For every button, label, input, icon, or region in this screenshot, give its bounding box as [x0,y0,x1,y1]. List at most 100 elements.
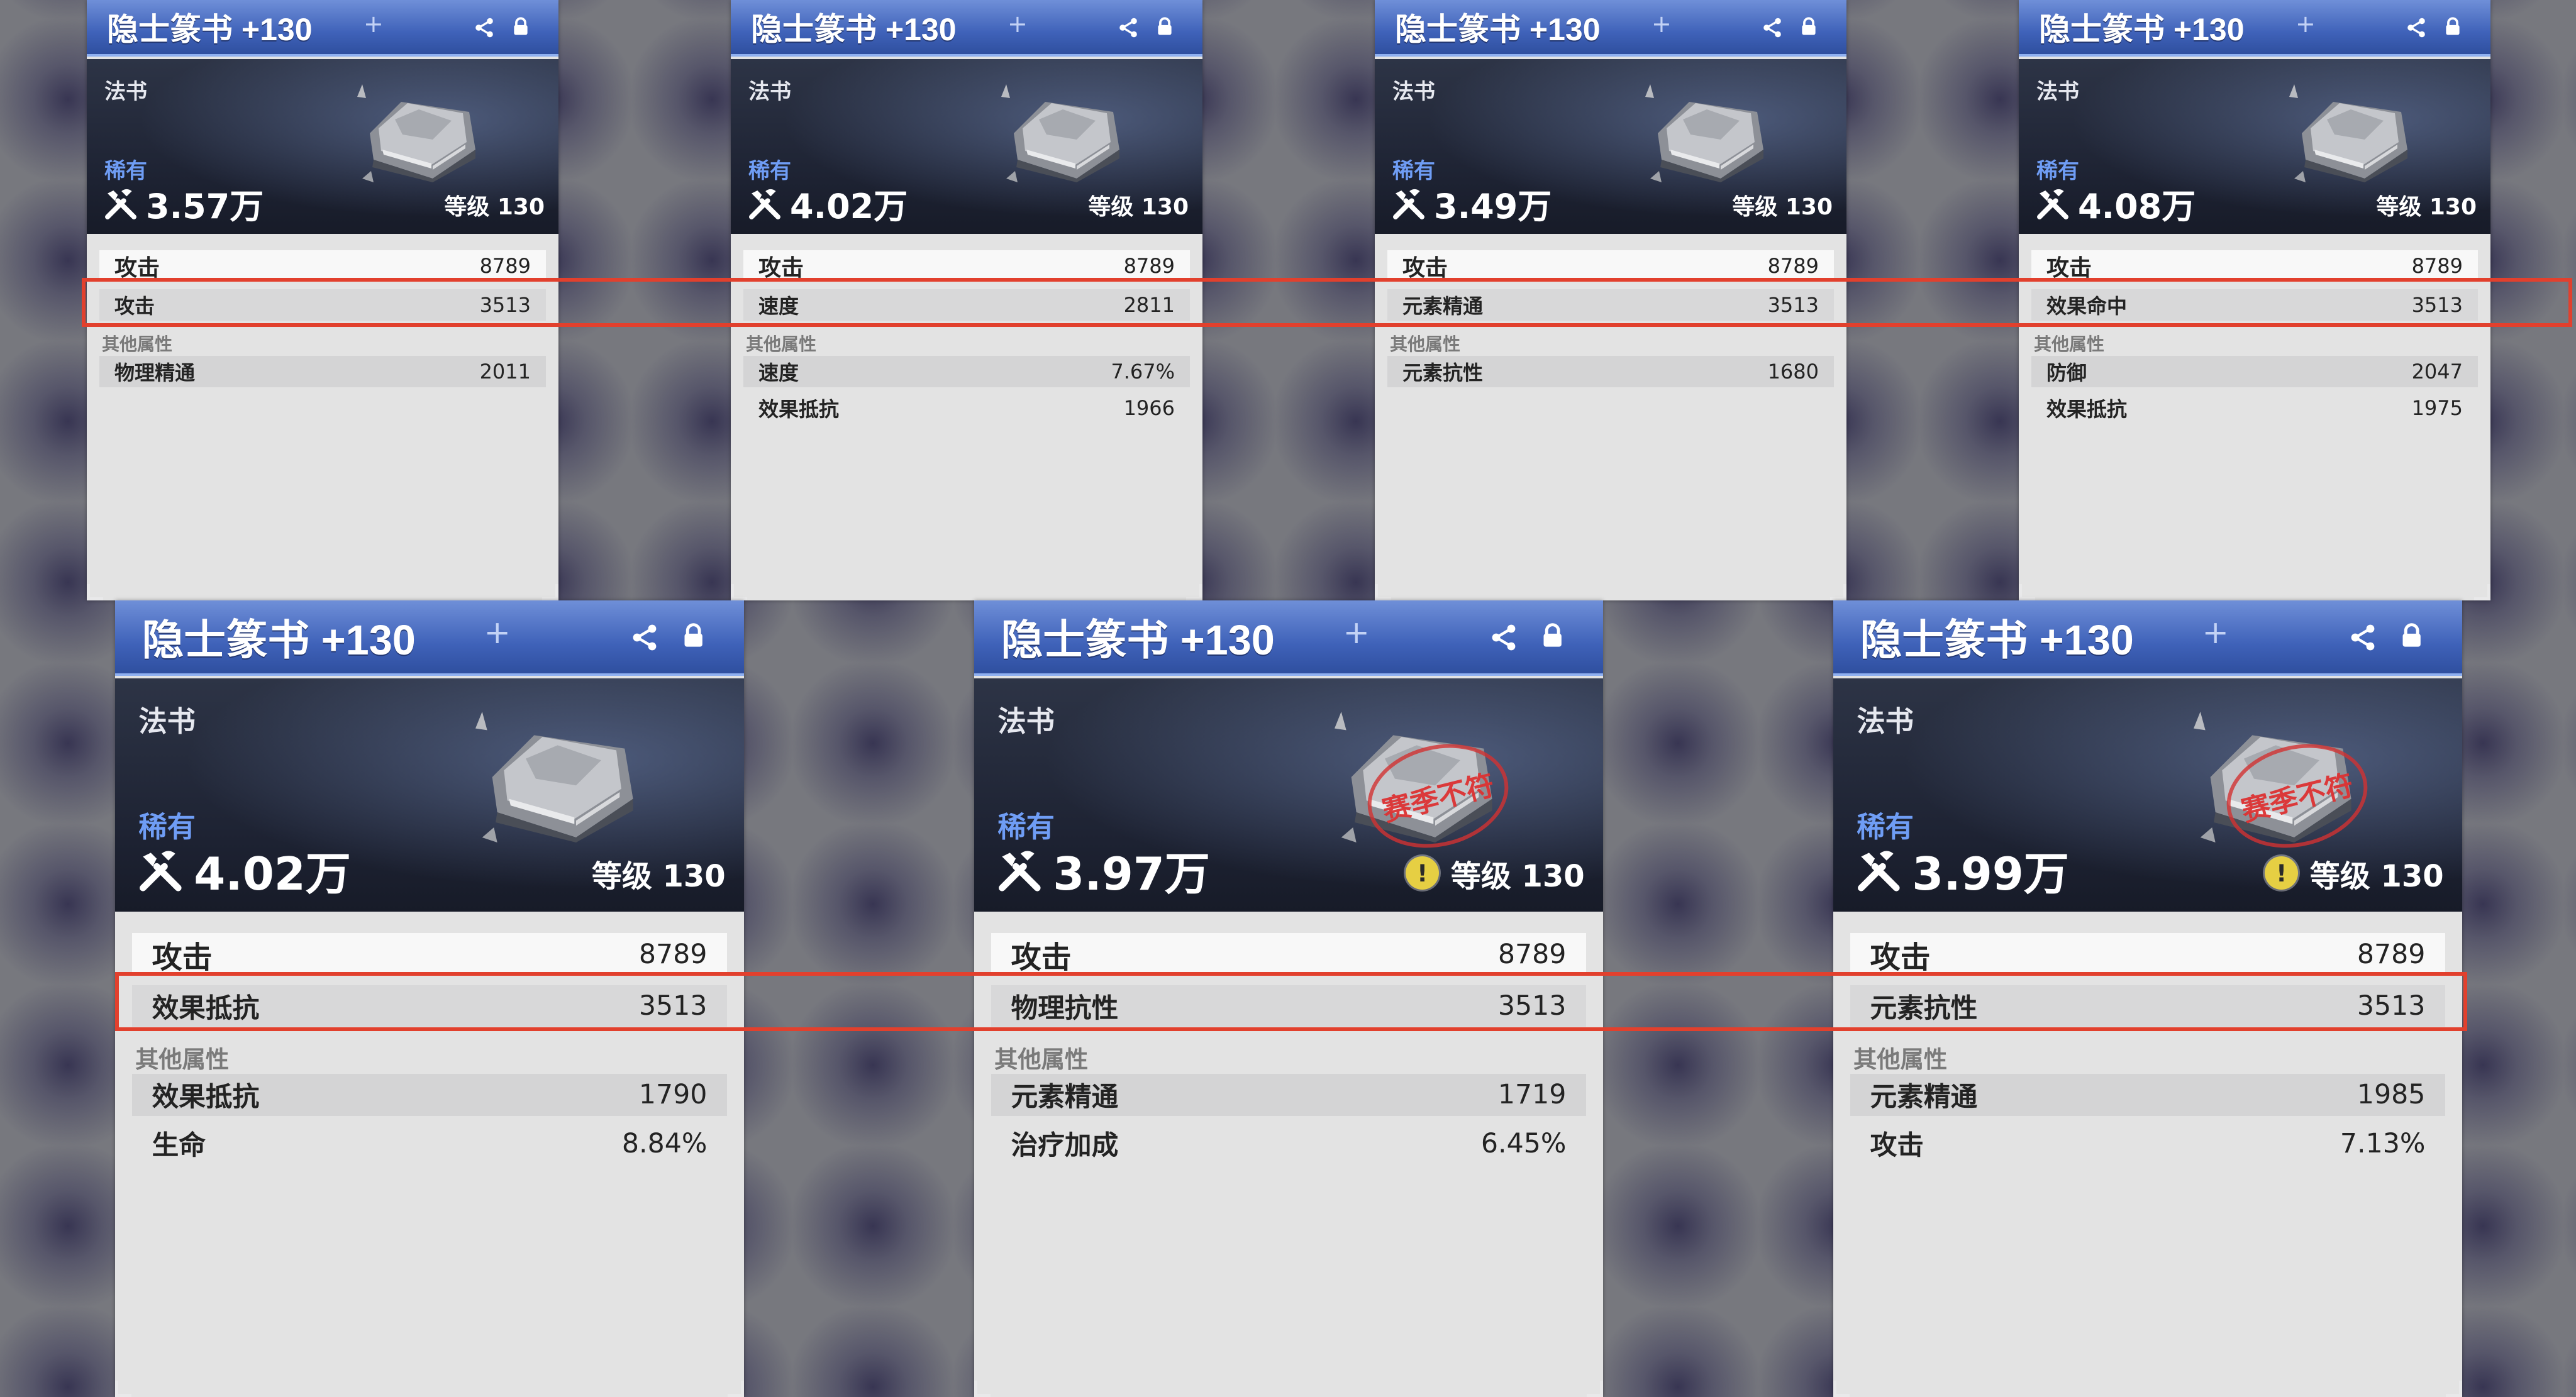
lock-icon[interactable] [1795,13,1823,40]
item-type: 法书 [1857,704,1914,738]
frame-corner [731,584,747,600]
sparkle-decoration: + [1343,614,1370,651]
main-stat-row: 攻击 8789 [991,933,1587,975]
stat-name: 元素精通 [1870,1081,1978,1113]
other-attributes-title: 其他属性 [135,1045,230,1073]
stat-value: 3513 [638,990,708,1022]
crossed-tools-icon [996,847,1043,894]
stat-value: 1790 [638,1079,708,1111]
card-title-bar: 隐士篆书 +130 + [1375,0,1846,57]
equipment-card[interactable]: 隐士篆书 +130 + 法书 稀有 4.02万 等级 130 攻击 8789 效果抵抗 3513… [115,600,744,1397]
equipment-card[interactable]: 隐士篆书 +130 + 法书 稀有 3.97万 赛季不符! 等级 130 攻击 8789 物理抗… [974,600,1603,1397]
item-hero-panel: 法书 稀有 3.57万 等级 130 [87,59,558,234]
card-title-bar: 隐士篆书 +130 + [87,0,558,57]
item-image [1645,84,1771,185]
item-image [357,84,483,185]
sub-stat-row: 元素抗性 3513 [1850,985,2446,1027]
other-stat-row: 速度 7.67% [743,356,1190,387]
card-title-bar: 隐士篆书 +130 + [115,600,744,676]
share-icon[interactable] [470,14,498,41]
stat-value: 8789 [1767,254,1819,278]
stat-value: 8789 [479,254,531,278]
lock-icon[interactable] [507,13,535,40]
share-icon[interactable] [626,619,663,656]
equipment-card[interactable]: 隐士篆书 +130 + 法书 稀有 3.99万 赛季不符! 等级 130 攻击 8789 元素抗… [1833,600,2462,1397]
item-title: 隐士篆书 +130 [1395,12,1601,47]
stat-value: 1966 [1123,396,1175,420]
card-title-bar: 隐士篆书 +130 + [974,600,1603,676]
frame-corner [1833,1381,1850,1397]
stat-value: 1719 [1497,1079,1567,1111]
lock-icon[interactable] [1151,13,1179,40]
combat-power-value: 3.49万 [1434,187,1552,226]
item-level-text: 等级 130 [1088,194,1189,220]
stat-name: 攻击 [114,294,155,318]
lock-icon[interactable] [675,617,712,654]
warning-icon[interactable]: ! [2264,856,2299,890]
combat-power: 4.02万 [137,837,351,903]
stat-value: 7.13% [2340,1127,2426,1159]
stat-value: 6.45% [1480,1127,1567,1159]
item-hero-panel: 法书 稀有 3.97万 赛季不符! 等级 130 [974,678,1603,912]
lock-icon[interactable] [1534,617,1571,654]
stat-value: 8789 [638,938,708,970]
item-type: 法书 [1392,79,1435,104]
combat-power-value: 4.02万 [194,848,351,901]
stat-name: 速度 [758,294,799,318]
item-level-text: 等级 130 [1732,194,1833,220]
share-icon[interactable] [1114,14,1142,41]
stat-name: 物理抗性 [1011,992,1119,1024]
stat-name: 攻击 [152,939,213,975]
item-title: 隐士篆书 +130 [142,617,416,664]
lock-icon[interactable] [2439,13,2467,40]
share-icon[interactable] [1485,619,1523,656]
main-stat-row: 攻击 8789 [2031,250,2478,282]
equipment-card[interactable]: 隐士篆书 +130 + 法书 稀有 4.02万 等级 130 攻击 8789 速度 2811 其他… [731,0,1202,600]
frame-corner [974,1381,991,1397]
frame-corner [87,584,103,600]
item-level: 等级 130 [592,851,726,895]
stat-value: 7.67% [1111,360,1175,384]
share-icon[interactable] [2345,619,2382,656]
item-level-text: 等级 130 [2309,858,2444,894]
share-icon[interactable] [1758,14,1786,41]
frame-corner [542,584,558,600]
card-title-bar: 隐士篆书 +130 + [1833,600,2462,676]
stat-name: 生命 [152,1130,206,1162]
stat-value: 8.84% [621,1127,708,1159]
stat-name: 攻击 [1870,1130,1924,1162]
item-hero-panel: 法书 稀有 3.49万 等级 130 [1375,59,1846,234]
frame-corner [1375,584,1391,600]
item-level: 等级 130 [2376,189,2477,221]
other-attributes-title: 其他属性 [1390,334,1461,355]
other-stat-row: 效果抵抗 1966 [743,392,1190,424]
stat-name: 元素抗性 [1870,992,1978,1024]
frame-corner [2019,584,2035,600]
equipment-card[interactable]: 隐士篆书 +130 + 法书 稀有 3.49万 等级 130 攻击 8789 元素精通 3513… [1375,0,1846,600]
combat-power-value: 3.57万 [146,187,264,226]
equipment-card[interactable]: 隐士篆书 +130 + 法书 稀有 4.08万 等级 130 攻击 8789 效果命中 3513… [2019,0,2490,600]
other-stat-row: 治疗加成 6.45% [991,1122,1587,1165]
main-stat-row: 攻击 8789 [1850,933,2446,975]
frame-corner [2474,584,2490,600]
crossed-tools-icon [103,186,138,221]
other-stat-row: 效果抵抗 1790 [131,1074,728,1116]
crossed-tools-icon [137,847,184,894]
stat-value: 3513 [479,293,531,317]
equipment-card[interactable]: 隐士篆书 +130 + 法书 稀有 3.57万 等级 130 攻击 8789 攻击 3513 其他… [87,0,558,600]
warning-icon[interactable]: ! [1405,856,1440,890]
stat-name: 效果抵抗 [758,397,840,421]
item-type: 法书 [104,79,147,104]
share-icon[interactable] [2402,14,2430,41]
other-attributes-title: 其他属性 [994,1045,1089,1073]
other-attributes-title: 其他属性 [102,334,173,355]
lock-icon[interactable] [2393,617,2430,654]
combat-power-value: 4.08万 [2078,187,2196,226]
sub-stat-row: 攻击 3513 [99,289,546,321]
stat-value: 3513 [1767,293,1819,317]
stat-name: 效果命中 [2046,294,2128,318]
item-hero-panel: 法书 稀有 4.02万 等级 130 [115,678,744,912]
other-stat-row: 元素精通 1719 [991,1074,1587,1116]
combat-power-value: 4.02万 [790,187,908,226]
stat-name: 速度 [758,361,799,385]
